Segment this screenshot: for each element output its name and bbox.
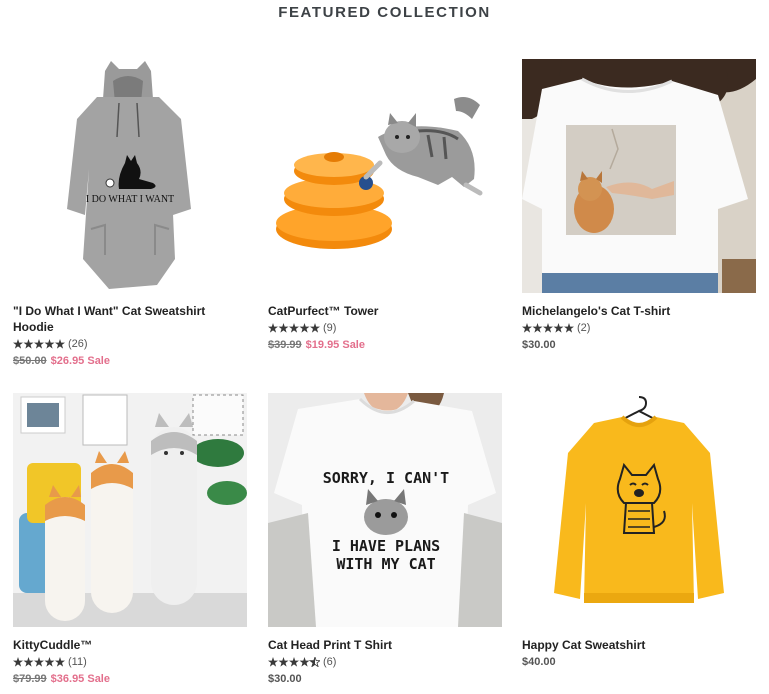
product-title[interactable]: "I Do What I Want" Cat Sweatshirt	[13, 303, 247, 319]
product-image-tower[interactable]	[268, 59, 502, 293]
review-count: (9)	[323, 322, 337, 334]
product-title[interactable]: Michelangelo's Cat T-shirt	[522, 303, 756, 319]
price-row: $40.00	[522, 654, 756, 670]
review-count: (11)	[68, 656, 87, 668]
regular-price: $30.00	[522, 339, 556, 351]
product-image-michelangelo[interactable]	[522, 59, 756, 293]
product-image-happy-cat-sweatshirt[interactable]	[522, 393, 756, 627]
compare-at-price: $50.00	[13, 355, 47, 367]
sale-price: $19.95 Sale	[305, 339, 365, 351]
product-rating: (9)	[268, 320, 502, 336]
review-count: (2)	[577, 322, 591, 334]
five-stars-icon	[13, 657, 65, 667]
regular-price: $40.00	[522, 656, 556, 668]
product-title[interactable]: Cat Head Print T Shirt	[268, 637, 502, 653]
gray-hoodie-image: I DO WHAT I WANT	[13, 59, 247, 293]
review-count: (6)	[323, 656, 337, 668]
svg-text:I DO WHAT I WANT: I DO WHAT I WANT	[86, 194, 174, 205]
product-title[interactable]: Happy Cat Sweatshirt	[522, 637, 756, 653]
product-rating: (11)	[13, 654, 247, 670]
price-row: $79.99 $36.95 Sale	[13, 671, 247, 687]
review-count: (26)	[68, 338, 88, 350]
product-title-line2[interactable]: Hoodie	[13, 319, 247, 335]
price-row: $39.99 $19.95 Sale	[268, 337, 502, 353]
product-title[interactable]: CatPurfect™ Tower	[268, 303, 502, 319]
product-rating: (2)	[522, 320, 756, 336]
sale-price: $36.95 Sale	[50, 673, 110, 685]
sale-price: $26.95 Sale	[50, 355, 110, 367]
five-stars-icon	[268, 323, 320, 333]
five-stars-icon	[13, 339, 65, 349]
featured-collection-title: FEATURED COLLECTION	[278, 4, 491, 21]
product-rating: (6)	[268, 654, 502, 670]
five-stars-icon	[522, 323, 574, 333]
product-title[interactable]: KittyCuddle™	[13, 637, 247, 653]
svg-text:I HAVE PLANS: I HAVE PLANS	[332, 537, 440, 555]
product-rating: (26)	[13, 336, 247, 352]
cat-plush-pillows-image	[13, 393, 247, 627]
price-row: $30.00	[268, 671, 502, 687]
regular-price: $30.00	[268, 673, 302, 685]
orange-tower-kitten-image	[268, 59, 502, 293]
product-image-hoodie[interactable]: I DO WHAT I WANT	[13, 59, 247, 293]
four-half-stars-icon	[268, 657, 320, 667]
product-image-kittycuddle[interactable]	[13, 393, 247, 627]
compare-at-price: $79.99	[13, 673, 47, 685]
product-image-cat-head-tshirt[interactable]: SORRY, I CAN'T I HAVE PLANS WITH MY CAT	[268, 393, 502, 627]
price-row: $50.00 $26.95 Sale	[13, 353, 247, 369]
compare-at-price: $39.99	[268, 339, 302, 351]
white-tshirt-text-image: SORRY, I CAN'T I HAVE PLANS WITH MY CAT	[268, 393, 502, 627]
svg-text:WITH MY CAT: WITH MY CAT	[336, 555, 435, 573]
yellow-sweatshirt-image	[522, 393, 756, 627]
white-tshirt-art-image	[522, 59, 756, 293]
svg-text:SORRY, I CAN'T: SORRY, I CAN'T	[323, 469, 449, 487]
price-row: $30.00	[522, 337, 756, 353]
